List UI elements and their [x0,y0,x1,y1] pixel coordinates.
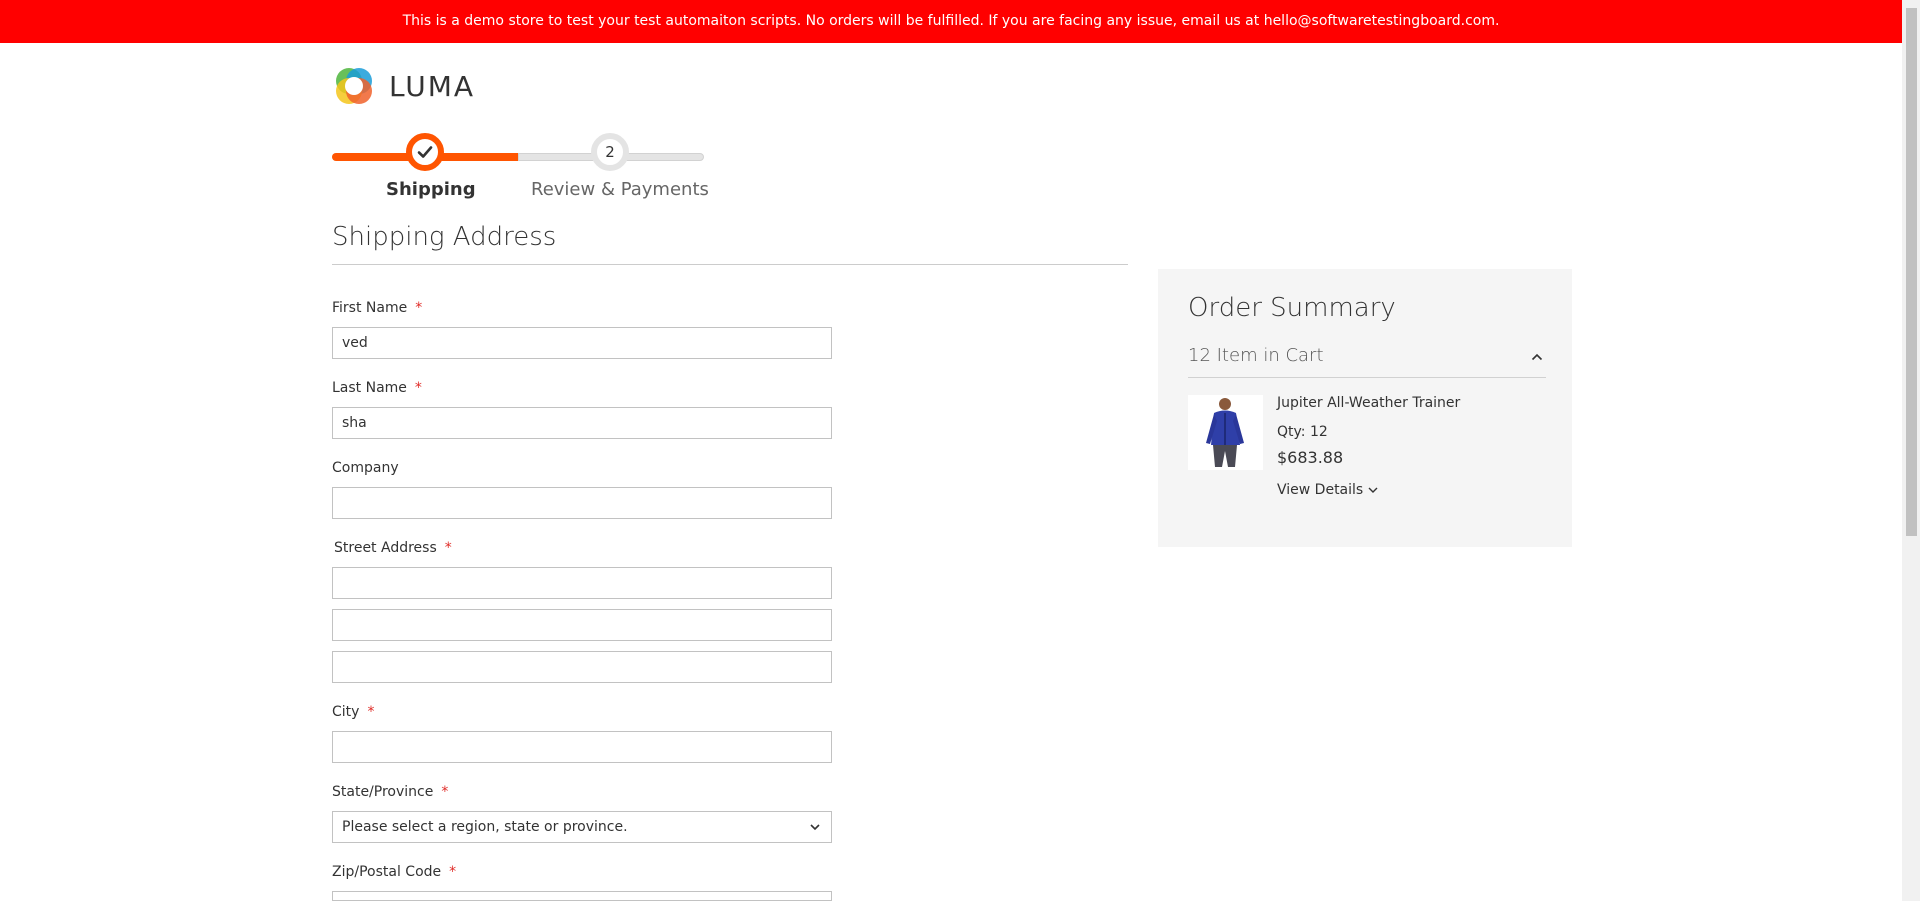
state-province-label: State/Province * [332,784,448,800]
step-shipping-label: Shipping [386,179,476,200]
required-marker: * [449,864,457,880]
product-name: Jupiter All-Weather Trainer [1277,395,1461,411]
view-details-toggle[interactable]: View Details [1277,482,1379,498]
required-marker: * [441,784,449,800]
city-input[interactable] [332,731,832,763]
zip-input[interactable] [332,891,832,901]
last-name-label-text: Last Name [332,380,407,396]
first-name-label: First Name * [332,300,422,316]
street-address-line3-input[interactable] [332,651,832,683]
step-shipping-indicator [406,133,444,171]
order-summary-title: Order Summary [1188,293,1396,323]
view-details-label: View Details [1277,482,1364,498]
product-image-icon [1188,395,1263,470]
required-marker: * [444,540,452,556]
street-address-line1-input[interactable] [332,567,832,599]
luma-logo[interactable]: LUMA [332,64,475,108]
chevron-up-icon [1531,353,1543,361]
zip-label: Zip/Postal Code * [332,864,456,880]
city-label-text: City [332,704,360,720]
checkout-progress: 2 Shipping Review & Payments [332,133,709,203]
street-address-line2-input[interactable] [332,609,832,641]
last-name-label: Last Name * [332,380,422,396]
step-review-label[interactable]: Review & Payments [531,179,709,200]
product-qty: Qty: 12 [1277,424,1328,440]
city-label: City * [332,704,374,720]
checkmark-icon [417,146,433,158]
step-review-indicator: 2 [591,133,629,171]
product-price: $683.88 [1277,448,1344,467]
chevron-down-icon [1368,487,1378,493]
scrollbar-thumb[interactable] [1906,8,1917,536]
luma-logo-icon [336,68,372,104]
state-province-label-text: State/Province [332,784,434,800]
page-scrollbar[interactable] [1902,0,1920,901]
zip-label-text: Zip/Postal Code [332,864,442,880]
cart-items-toggle[interactable]: 12 Item in Cart [1188,345,1546,378]
company-input[interactable] [332,487,832,519]
company-label-text: Company [332,460,399,476]
required-marker: * [415,300,423,316]
street-address-label: Street Address * [334,540,452,556]
state-province-select[interactable]: Please select a region, state or provinc… [332,811,832,843]
required-marker: * [414,380,422,396]
first-name-label-text: First Name [332,300,408,316]
step-number: 2 [605,143,615,161]
company-label: Company [332,460,399,476]
shipping-address-title: Shipping Address [332,222,1128,265]
street-address-label-text: Street Address [334,540,437,556]
logo-text: LUMA [389,69,476,103]
chevron-down-icon [810,824,820,831]
cart-item-count: 12 Item in Cart [1188,345,1324,366]
order-summary: Order Summary 12 Item in Cart Jupiter Al… [1158,269,1572,547]
product-thumbnail [1188,395,1263,470]
state-province-selected-value: Please select a region, state or provinc… [342,819,628,835]
demo-store-banner: This is a demo store to test your test a… [0,0,1902,43]
last-name-input[interactable] [332,407,832,439]
required-marker: * [367,704,375,720]
first-name-input[interactable] [332,327,832,359]
